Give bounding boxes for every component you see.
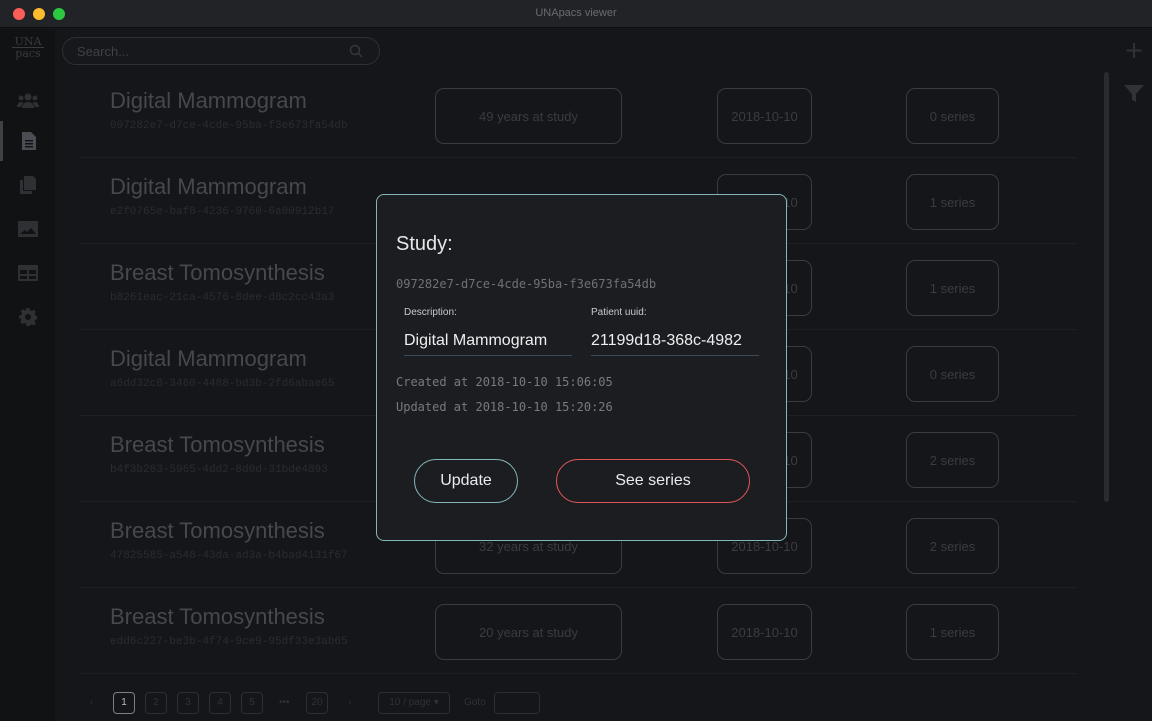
patient-uuid-field: Patient uuid: [591,307,759,356]
app-window: UNApacs viewer UNA pacs Search... + Digi… [0,0,1152,721]
pagination-ellipsis[interactable]: ••• [279,692,290,714]
table-icon [17,265,38,281]
goto-input[interactable] [494,692,540,714]
page-button[interactable]: 1 [113,692,135,714]
patient-uuid-label: Patient uuid: [591,307,647,318]
study-modal: Study: 097282e7-d7ce-4cde-95ba-f3e673fa5… [376,194,787,541]
search-bar [62,37,380,65]
search-input[interactable] [77,44,337,59]
window-title: UNApacs viewer [535,7,617,19]
date-chip: 2018-10-10 [717,88,812,144]
series-count-chip: 1 series [906,174,999,230]
update-button[interactable]: Update [414,459,518,503]
page-button[interactable]: 4 [209,692,231,714]
sidebar-item-series[interactable] [0,165,55,205]
study-title: Breast Tomosynthesis [110,604,325,629]
search-icon[interactable] [349,44,363,58]
study-title: Breast Tomosynthesis [110,518,325,543]
description-field: Description: [404,307,572,356]
study-uuid: 097282e7-d7ce-4cde-95ba-f3e673fa54db [110,120,348,132]
sidebar: UNA pacs [0,29,55,721]
study-row[interactable]: Digital Mammogram 097282e7-d7ce-4cde-95b… [80,72,1076,158]
prev-page-button[interactable]: ‹ [90,692,93,714]
document-icon [22,132,36,150]
study-title: Digital Mammogram [110,174,307,199]
sidebar-item-tables[interactable] [0,253,55,293]
study-title: Breast Tomosynthesis [110,432,325,457]
sidebar-item-patients[interactable] [0,81,55,121]
study-uuid: 47825585-a548-43da-ad3a-b4bad4131f67 [110,550,348,562]
sidebar-item-settings[interactable] [0,297,55,337]
study-title: Digital Mammogram [110,88,307,113]
series-count-chip: 0 series [906,346,999,402]
page-button[interactable]: 3 [177,692,199,714]
gear-icon [18,308,37,326]
modal-heading: Study: [396,233,453,255]
next-page-button[interactable]: › [348,692,351,714]
description-input[interactable] [404,326,572,356]
series-count-chip: 1 series [906,604,999,660]
filter-icon[interactable] [1124,84,1144,104]
series-count-chip: 1 series [906,260,999,316]
page-size-select[interactable]: 10 / page ▾ [378,692,450,714]
age-chip: 49 years at study [435,88,622,144]
study-uuid: e2f0765e-baf8-4236-9760-6a00912b17 [110,206,335,218]
updated-at: Updated at 2018-10-10 15:20:26 [396,400,613,414]
page-button-last[interactable]: 20 [306,692,328,714]
copy-icon [19,176,36,194]
series-count-chip: 2 series [906,518,999,574]
study-title: Breast Tomosynthesis [110,260,325,285]
scrollbar[interactable] [1104,72,1109,502]
study-uuid: b8261eac-21ca-4576-8dee-d8c2cc43a3 [110,292,335,304]
series-count-chip: 0 series [906,88,999,144]
date-chip: 2018-10-10 [717,604,812,660]
image-icon [17,221,38,237]
see-series-button[interactable]: See series [556,459,750,503]
description-label: Description: [404,307,457,318]
title-bar: UNApacs viewer [0,0,1152,28]
page-button[interactable]: 5 [241,692,263,714]
study-uuid: edd6c227-be3b-4f74-9ce9-95df33e3ab65 [110,636,348,648]
goto-label: Goto [464,697,486,708]
app-logo: UNA pacs [12,36,44,59]
sidebar-item-images[interactable] [0,209,55,249]
series-count-chip: 2 series [906,432,999,488]
study-uuid-value: 097282e7-d7ce-4cde-95ba-f3e673fa54db [396,277,657,291]
users-icon [16,93,39,108]
sidebar-item-studies[interactable] [0,121,55,161]
study-row[interactable]: Breast Tomosynthesis edd6c227-be3b-4f74-… [80,588,1076,674]
patient-uuid-input[interactable] [591,326,759,356]
created-at: Created at 2018-10-10 15:06:05 [396,375,613,389]
age-chip: 20 years at study [435,604,622,660]
logo-bottom-text: pacs [12,47,44,59]
add-icon[interactable]: + [1124,38,1144,62]
study-title: Digital Mammogram [110,346,307,371]
page-button[interactable]: 2 [145,692,167,714]
study-uuid: a6dd32c8-3460-4488-bd3b-2fd6abae65 [110,378,335,390]
study-uuid: b4f3b263-5965-4dd2-8d0d-31bde4893 [110,464,328,476]
